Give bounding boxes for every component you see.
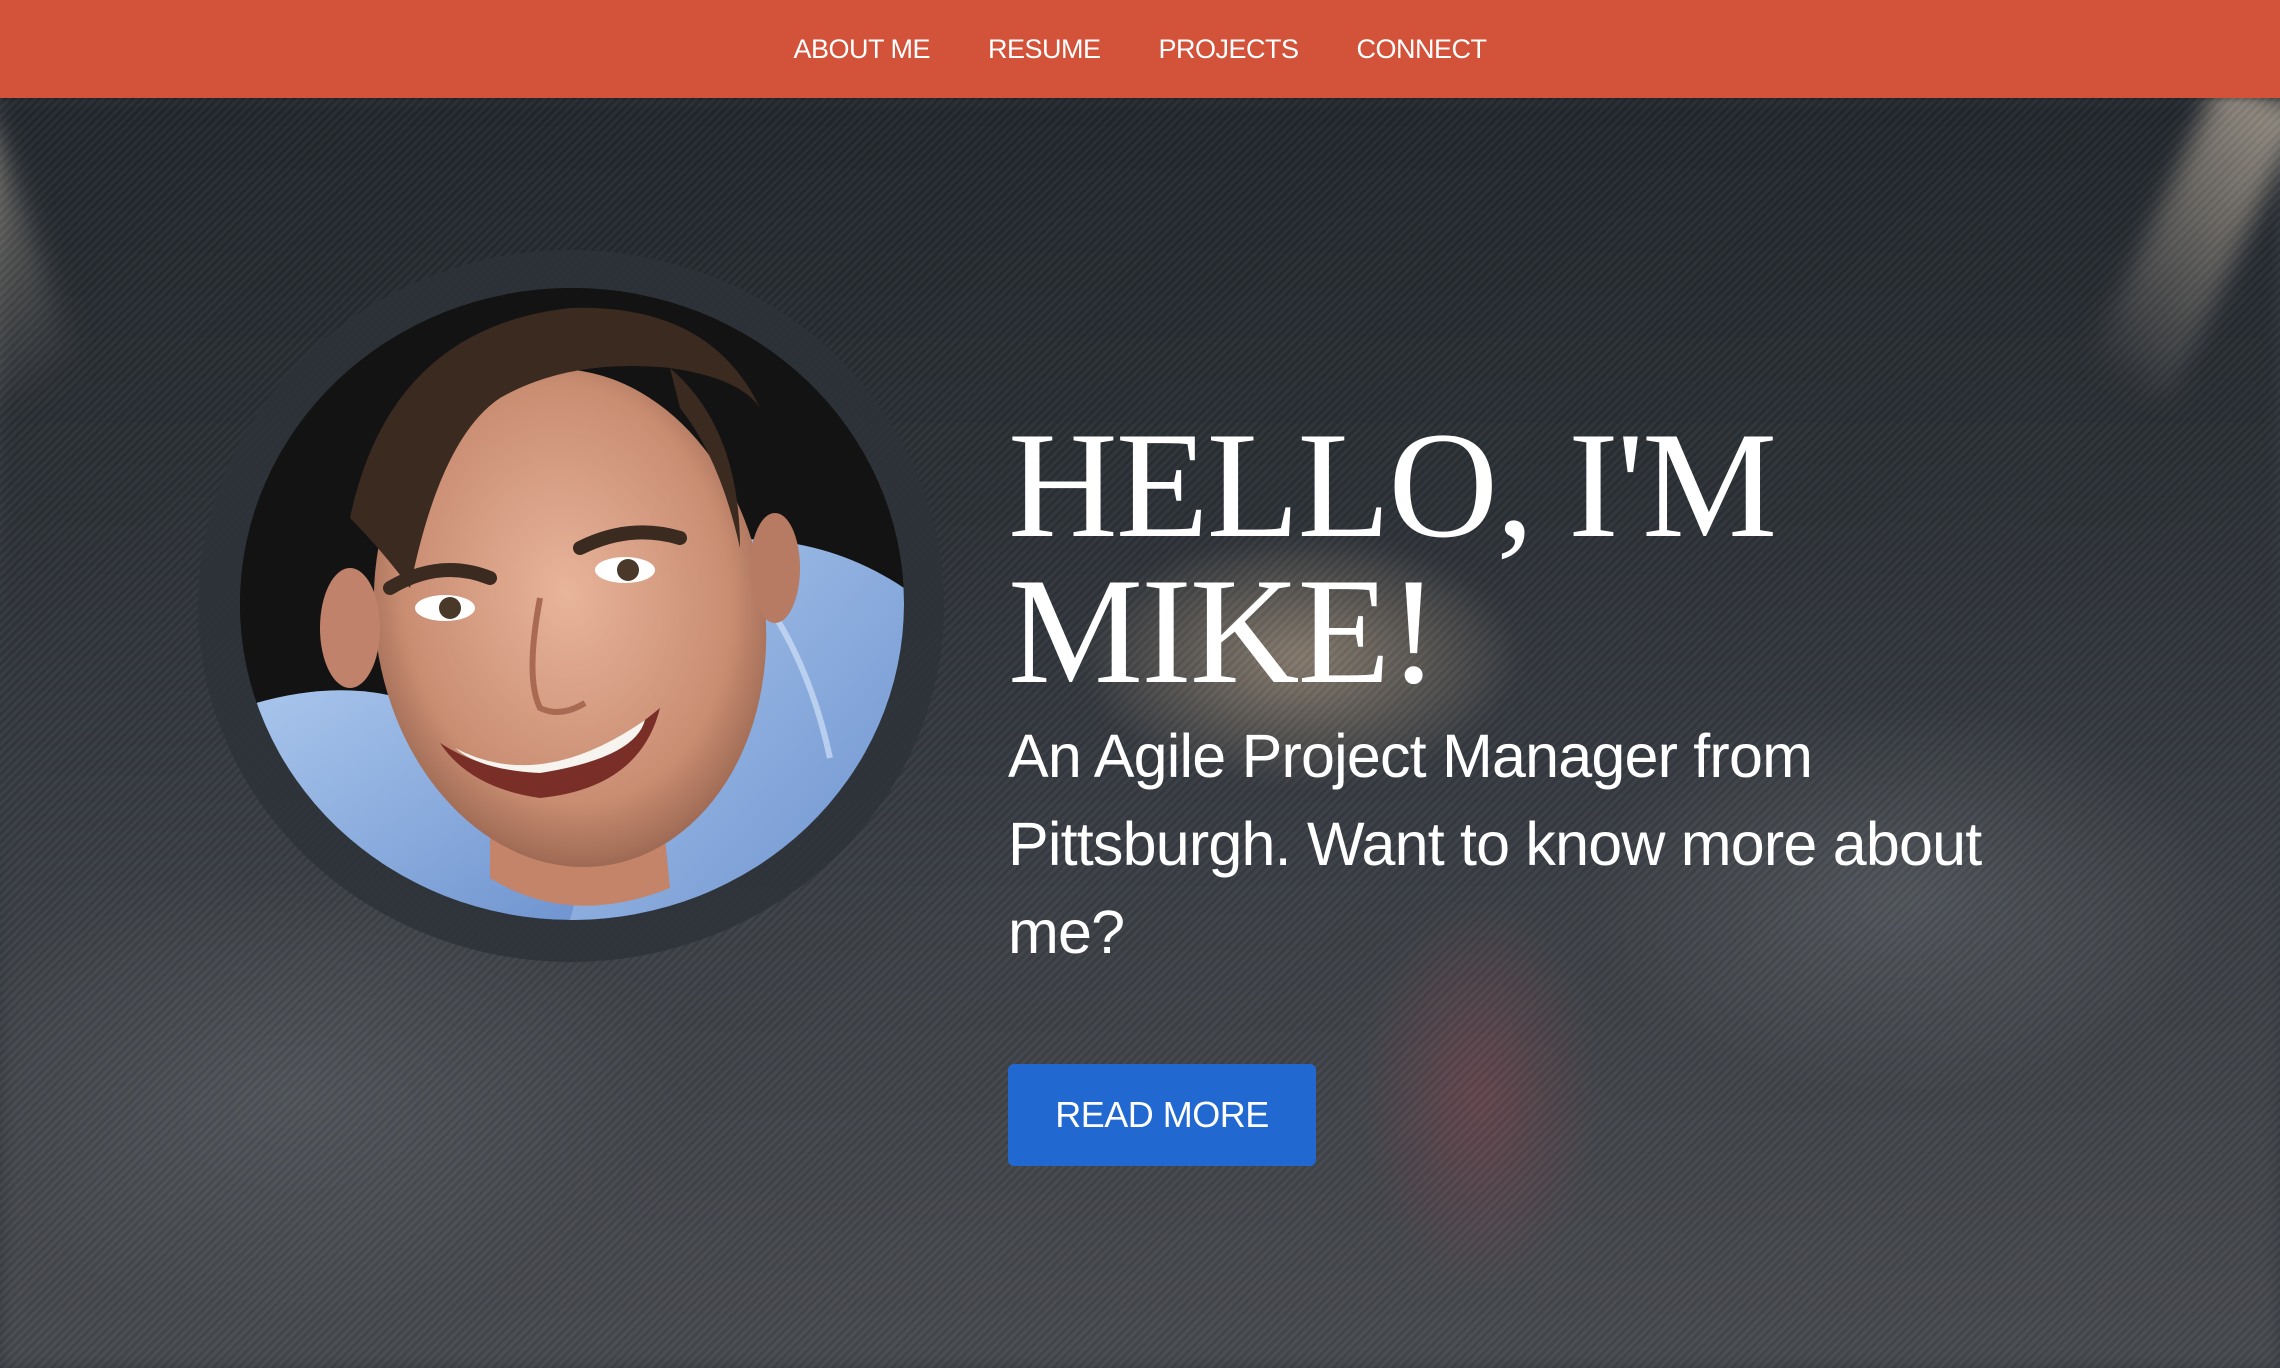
nav-link-projects[interactable]: PROJECTS	[1130, 34, 1328, 64]
nav-item-connect: CONNECT	[1328, 0, 1516, 98]
portrait-illustration	[240, 288, 904, 920]
nav-link-about-me[interactable]: ABOUT ME	[764, 34, 959, 64]
hero-subtitle: An Agile Project Manager from Pittsburgh…	[1008, 722, 1982, 966]
nav-menu: ABOUT ME RESUME PROJECTS CONNECT	[764, 0, 1515, 98]
nav-link-resume[interactable]: RESUME	[959, 34, 1130, 64]
nav-item-about-me: ABOUT ME	[764, 0, 959, 98]
read-more-button[interactable]: READ MORE	[1008, 1064, 1316, 1166]
profile-photo	[240, 288, 904, 920]
hero-title: HELLO, I'M MIKE!	[1008, 401, 1777, 715]
nav-item-projects: PROJECTS	[1130, 0, 1328, 98]
nav-link-connect[interactable]: CONNECT	[1328, 34, 1516, 64]
top-navbar: ABOUT ME RESUME PROJECTS CONNECT	[0, 0, 2280, 98]
nav-item-resume: RESUME	[959, 0, 1130, 98]
